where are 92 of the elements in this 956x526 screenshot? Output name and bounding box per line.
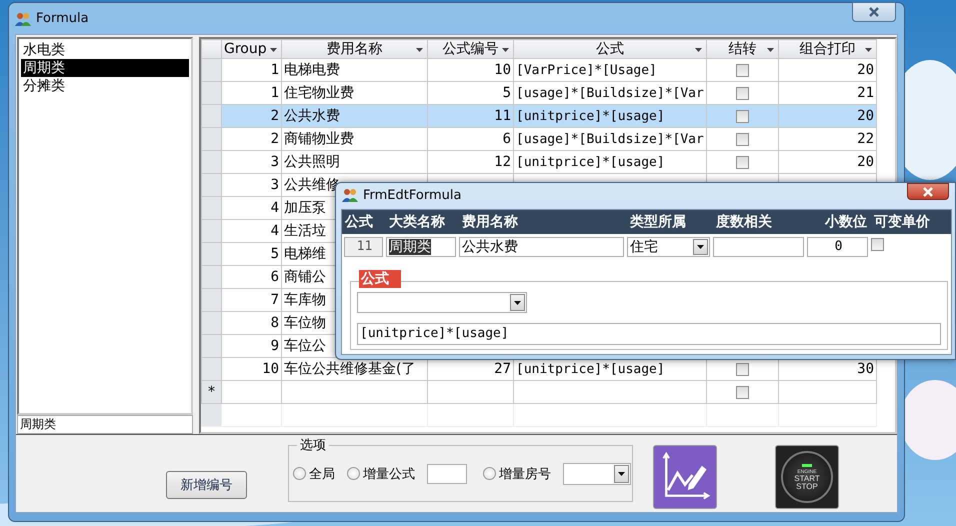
caret-icon [697, 245, 704, 249]
formula-field[interactable]: [unitprice]*[usage] [357, 323, 941, 345]
table-cell: [unitprice]*[usage] [516, 108, 665, 124]
checkbox[interactable] [736, 386, 749, 399]
category-item[interactable]: 水电类 [21, 41, 189, 59]
table-cell: 27 [494, 361, 511, 377]
category-field[interactable]: 周期类 [17, 415, 193, 434]
column-header[interactable]: Group [222, 40, 282, 58]
checkbox[interactable] [736, 86, 749, 100]
table-cell: [unitprice]*[usage] [516, 362, 665, 376]
new-row-marker: * [202, 380, 222, 404]
table-cell: [VarPrice]*[Usage] [516, 62, 657, 78]
table-cell: 6 [222, 266, 282, 288]
name-field[interactable]: 公共水费 [459, 237, 624, 257]
decimals-field[interactable]: 0 [807, 237, 868, 257]
column-label: 小数位 [824, 213, 868, 231]
caret-icon [502, 48, 509, 52]
category-item[interactable]: 分摊类 [21, 77, 189, 95]
window-title: Formula [36, 11, 89, 26]
degree-field[interactable] [713, 237, 804, 257]
table-cell: 公共照明 [282, 150, 428, 174]
table-cell: 3 [222, 150, 282, 174]
table-cell: 20 [857, 154, 874, 170]
users-icon [15, 10, 31, 26]
group-title: 选项 [297, 436, 329, 454]
caret-icon [695, 48, 702, 52]
checkbox[interactable] [736, 64, 749, 77]
column-label: 费用名称 [461, 213, 519, 231]
column-label: 度数相关 [714, 213, 773, 231]
input-field[interactable] [427, 464, 467, 484]
close-button[interactable] [907, 183, 949, 200]
table-cell: 11 [494, 108, 511, 124]
table-cell: 22 [857, 131, 874, 147]
table-cell: [unitprice]*[usage] [516, 154, 665, 170]
dropdown[interactable] [563, 462, 631, 484]
table-cell: 4 [222, 196, 282, 220]
table-cell: 21 [857, 85, 874, 101]
caret-icon [767, 48, 774, 52]
checkbox[interactable] [736, 110, 749, 123]
caret-icon [618, 472, 625, 476]
table-cell: 10 [222, 358, 282, 380]
table-cell: 30 [857, 361, 874, 377]
close-icon [922, 186, 934, 196]
table-cell: 公共水费 [282, 104, 428, 128]
table-cell: 20 [857, 108, 874, 124]
caret-icon [270, 48, 277, 52]
table-cell: 1 [222, 58, 282, 82]
users-icon [342, 187, 358, 203]
column-header[interactable]: 公式 [514, 40, 706, 58]
table-cell: [usage]*[Buildsize]*[Var [516, 86, 704, 100]
column-label: 类型所属 [629, 213, 687, 231]
table-cell: 3 [222, 174, 282, 196]
checkbox[interactable] [736, 132, 749, 146]
table-cell: 8 [222, 312, 282, 334]
category-item[interactable]: 周期类 [21, 59, 189, 77]
table-cell: 20 [857, 62, 874, 78]
checkbox[interactable] [871, 238, 884, 251]
column-header[interactable]: 公式编号 [428, 40, 514, 58]
close-icon [868, 7, 880, 17]
column-header[interactable]: 组合打印 [778, 40, 876, 58]
radio-button[interactable]: 增量房号 [483, 464, 551, 482]
checkbox[interactable] [736, 362, 749, 376]
close-button[interactable] [852, 2, 896, 22]
table-cell: 5 [222, 242, 282, 266]
table-cell: 商铺物业费 [282, 128, 428, 150]
table-cell: 12 [494, 154, 511, 170]
radio-button[interactable]: 增量公式 [347, 464, 415, 482]
column-header[interactable]: 结转 [706, 40, 778, 58]
caret-icon [865, 48, 872, 52]
table-cell: 2 [222, 128, 282, 150]
table-cell: 2 [222, 104, 282, 128]
table-cell: 7 [222, 288, 282, 312]
table-cell: 6 [502, 131, 511, 147]
caret-icon [514, 300, 521, 304]
table-cell: 10 [494, 62, 511, 78]
table-cell: 5 [502, 85, 511, 101]
radio-button[interactable]: 全局 [293, 464, 335, 482]
chart-edit-button[interactable] [653, 445, 717, 509]
add-button[interactable]: 新增编号 [166, 471, 247, 499]
column-label: 可变单价 [873, 213, 931, 231]
table-cell: 9 [222, 334, 282, 358]
table-cell: 电梯电费 [282, 58, 428, 82]
table-cell: 4 [222, 220, 282, 242]
category-field[interactable]: 周期类 [386, 237, 456, 257]
formula-dropdown[interactable] [357, 292, 527, 313]
caret-icon [416, 48, 423, 52]
code-field[interactable]: 11 [344, 237, 383, 257]
type-dropdown[interactable]: 住宅 [627, 237, 710, 257]
checkbox[interactable] [736, 156, 749, 169]
table-cell: [usage]*[Buildsize]*[Var [516, 132, 704, 146]
group-title: 公式 [359, 270, 401, 288]
column-header[interactable]: 费用名称 [282, 40, 428, 58]
